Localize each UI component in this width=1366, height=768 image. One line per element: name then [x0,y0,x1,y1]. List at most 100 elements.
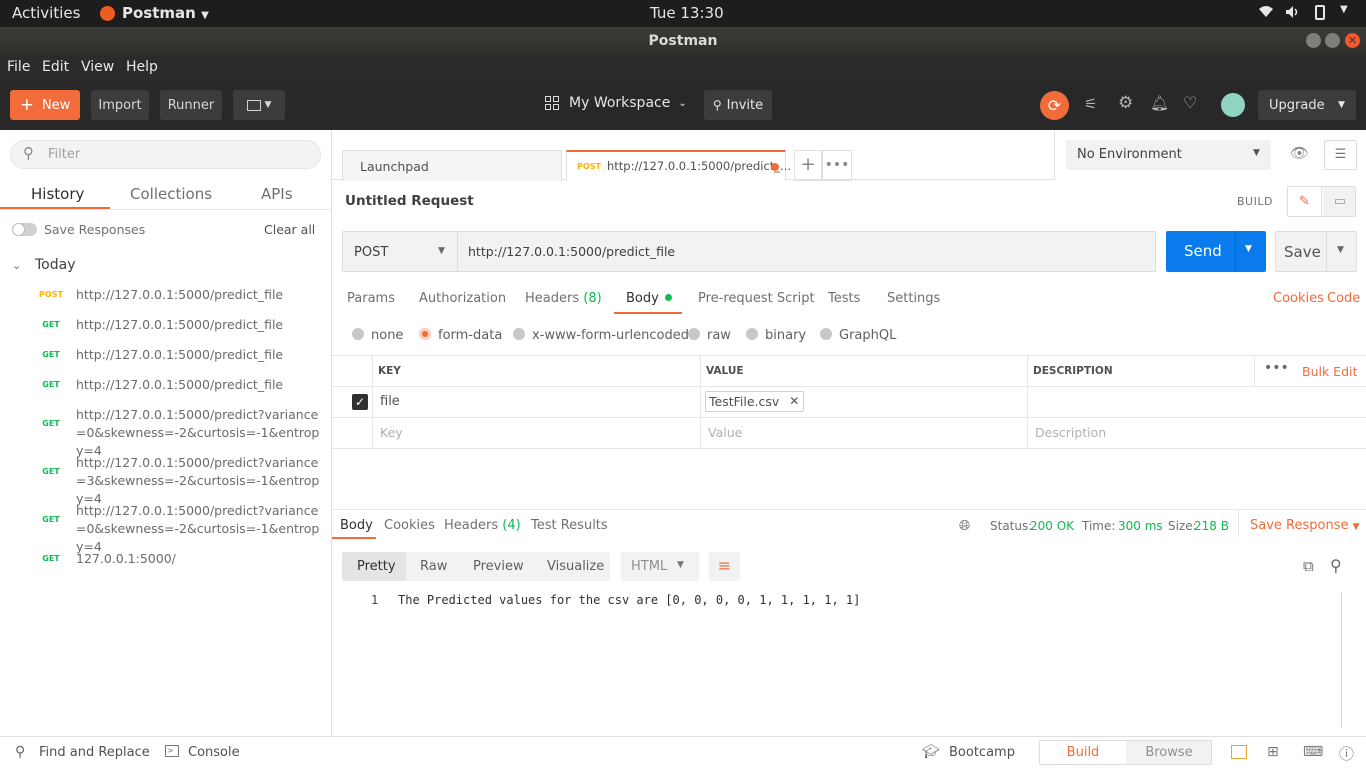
help-icon[interactable]: ⓘ [1339,743,1354,764]
app-menu[interactable]: Postman ▼ [122,4,209,22]
save-response-button[interactable]: Save Response ▼ [1250,518,1360,533]
search-icon[interactable]: ⚲ [1330,556,1342,575]
history-item[interactable]: POST http://127.0.0.1:5000/predict_file [0,286,331,314]
save-button[interactable]: Save ▼ [1275,231,1357,272]
bootcamp-button[interactable]: Bootcamp [949,745,1015,760]
radio-binary[interactable]: binary [746,328,806,343]
menu-edit[interactable]: Edit [42,59,69,75]
view-pretty[interactable]: Pretty [357,559,396,574]
menu-view[interactable]: View [81,59,114,75]
heart-icon[interactable]: ♡ [1183,93,1197,112]
history-item[interactable]: GET http://127.0.0.1:5000/predict?varian… [0,502,331,554]
response-body-text[interactable]: The Predicted values for the csv are [0,… [398,593,860,607]
time-value[interactable]: 300 ms [1118,519,1163,533]
save-options-chevron-icon[interactable]: ▼ [1337,245,1344,255]
size-value[interactable]: 218 B [1194,519,1229,533]
tab-collections[interactable]: Collections [130,185,212,203]
response-tab-cookies[interactable]: Cookies [384,518,435,533]
wifi-icon[interactable] [1258,4,1274,22]
tab-authorization[interactable]: Authorization [419,291,506,306]
row-enabled-checkbox[interactable]: ✓ [352,394,368,410]
new-button[interactable]: + New [10,90,80,120]
send-button[interactable]: Send ▼ [1166,231,1266,272]
value-placeholder[interactable]: Value [708,425,742,440]
response-tab-headers[interactable]: Headers (4) [444,518,521,533]
copy-icon[interactable]: ⧉ [1303,557,1314,575]
filter-input[interactable]: ⚲ Filter [10,140,321,169]
volume-icon[interactable] [1285,5,1301,23]
browse-toggle[interactable]: Browse [1126,741,1212,764]
import-button[interactable]: Import [91,90,149,120]
tab-history[interactable]: History [31,185,84,203]
runner-button[interactable]: Runner [160,90,222,120]
clock[interactable]: Tue 13:30 [650,4,724,22]
keyboard-icon[interactable]: ⌨ [1303,744,1323,760]
settings-icon[interactable]: ⚙ [1118,93,1133,113]
history-item[interactable]: GET http://127.0.0.1:5000/predict_file [0,316,331,344]
tab-params[interactable]: Params [347,291,395,306]
key-placeholder[interactable]: Key [380,425,403,440]
sync-icon[interactable]: ⟳ [1040,91,1069,120]
clear-all-link[interactable]: Clear all [264,222,315,237]
radio-graphql[interactable]: GraphQL [820,328,896,343]
tab-active-request[interactable]: POST http://127.0.0.1:5000/predict_... [566,150,791,181]
history-item[interactable]: GET http://127.0.0.1:5000/predict_file [0,376,331,404]
radio-raw[interactable]: raw [688,328,731,343]
find-and-replace-button[interactable]: Find and Replace [39,745,150,760]
workspace-switcher[interactable]: My Workspace ⌄ [545,95,687,111]
minimize-icon[interactable] [1306,33,1321,48]
scrollbar[interactable] [1341,592,1342,728]
more-options-icon[interactable]: ••• [1264,360,1289,376]
activities-button[interactable]: Activities [12,4,80,22]
code-link[interactable]: Code [1327,291,1360,306]
menu-help[interactable]: Help [126,59,158,75]
file-chip[interactable]: TestFile.csv ✕ [705,391,805,412]
response-tab-test-results[interactable]: Test Results [531,518,608,533]
comments-icon[interactable]: ▭ [1323,187,1355,216]
view-preview[interactable]: Preview [473,559,524,574]
system-menu-chevron-icon[interactable]: ▼ [1340,4,1348,15]
cookies-link[interactable]: Cookies [1273,291,1324,306]
radio-x-www-form-urlencoded[interactable]: x-www-form-urlencoded [513,328,689,343]
invite-button[interactable]: ⚲ Invite [704,90,772,120]
tab-tests[interactable]: Tests [828,291,860,306]
radio-none[interactable]: none [352,328,403,343]
history-item[interactable]: GET http://127.0.0.1:5000/predict_file [0,346,331,374]
history-item[interactable]: GET http://127.0.0.1:5000/predict?varian… [0,454,331,506]
close-icon[interactable]: ✕ [1345,33,1360,48]
upgrade-button[interactable]: Upgrade ▼ [1258,90,1356,120]
history-group-today[interactable]: Today [35,257,76,273]
two-pane-layout-icon[interactable] [1231,745,1247,759]
maximize-icon[interactable] [1325,33,1340,48]
tab-pre-request-script[interactable]: Pre-request Script [698,291,815,306]
grid-layout-icon[interactable]: ⊞ [1267,744,1279,760]
console-button[interactable]: Console [188,745,240,760]
edit-pencil-icon[interactable]: ✎ [1288,187,1322,216]
eye-icon[interactable]: 👁︎ [1290,144,1309,162]
new-window-button[interactable]: ▼ [233,90,285,120]
method-select[interactable]: POST ▼ [342,231,458,272]
bell-icon[interactable]: 🔔︎ [1150,94,1169,112]
tab-settings[interactable]: Settings [887,291,940,306]
tab-apis[interactable]: APIs [261,185,293,203]
satellite-icon[interactable]: ⚟ [1084,95,1097,113]
status-value[interactable]: 200 OK [1030,519,1074,533]
view-visualize[interactable]: Visualize [547,559,604,574]
send-options-chevron-icon[interactable]: ▼ [1245,244,1252,254]
remove-file-close-icon[interactable]: ✕ [789,392,799,411]
battery-icon[interactable] [1315,5,1325,20]
globe-icon[interactable]: 🌐︎ [959,518,970,534]
response-tab-body[interactable]: Body [340,518,373,533]
settings-sliders-icon[interactable]: ☰ [1324,140,1357,170]
environment-select[interactable]: No Environment ▼ [1066,140,1271,170]
history-item[interactable]: GET http://127.0.0.1:5000/predict?varian… [0,406,331,458]
url-input[interactable]: http://127.0.0.1:5000/predict_file [457,231,1156,272]
avatar[interactable] [1221,93,1245,117]
new-tab-plus-icon[interactable]: + [794,150,822,181]
request-title[interactable]: Untitled Request [345,193,474,209]
view-raw[interactable]: Raw [420,559,447,574]
tab-headers[interactable]: Headers (8) [525,291,602,306]
history-item[interactable]: GET 127.0.0.1:5000/ [0,550,331,578]
description-placeholder[interactable]: Description [1035,425,1106,440]
response-body-editor[interactable]: 1 The Predicted values for the csv are [… [342,592,1342,730]
